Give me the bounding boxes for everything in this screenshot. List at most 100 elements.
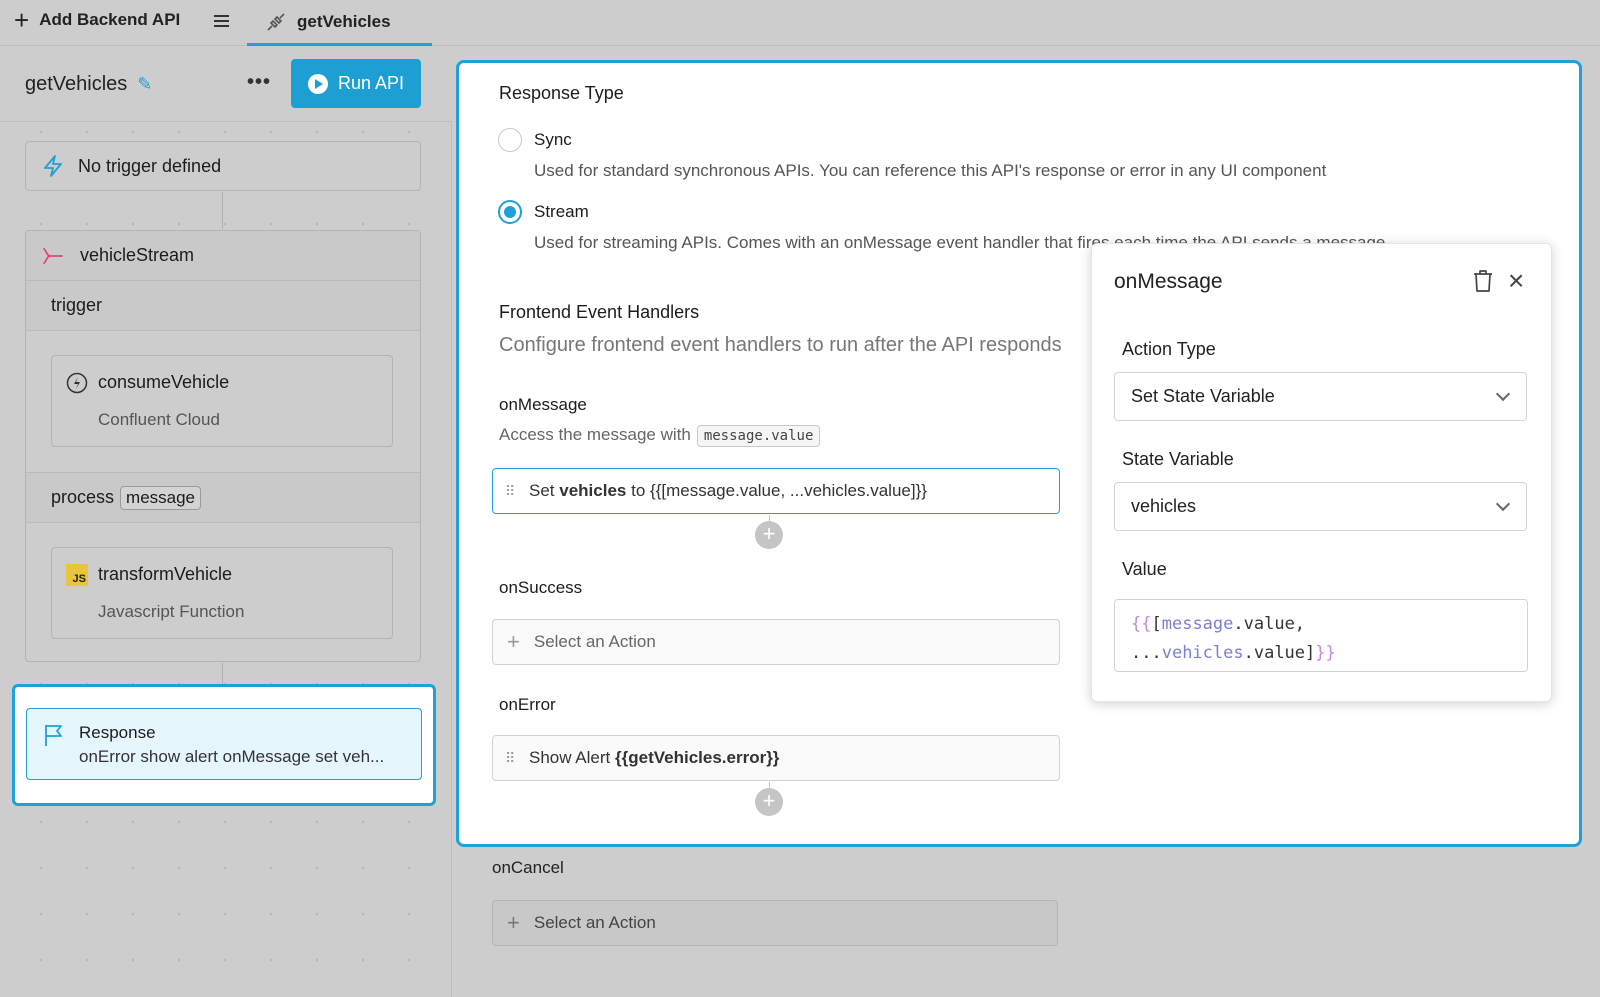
popover-title: onMessage bbox=[1114, 270, 1223, 293]
plus-icon: + bbox=[507, 629, 520, 654]
on-message-action[interactable]: ⠿ Set vehicles to {{[message.value, ...v… bbox=[492, 468, 1060, 514]
state-variable-select[interactable]: vehicles bbox=[1114, 482, 1527, 531]
sync-label[interactable]: Sync bbox=[534, 130, 572, 150]
chevron-down-icon bbox=[1495, 386, 1511, 401]
more-options-button[interactable]: ••• bbox=[247, 71, 271, 94]
action-type-value: Set State Variable bbox=[1131, 386, 1275, 406]
step-subtitle: Confluent Cloud bbox=[98, 410, 220, 429]
add-action-button[interactable]: + bbox=[755, 521, 783, 549]
edit-icon[interactable]: ✎ bbox=[137, 74, 152, 95]
on-message-description: Access the message with message.value bbox=[499, 425, 821, 447]
code-brace: }} bbox=[1315, 643, 1336, 663]
state-variable-value: vehicles bbox=[1131, 496, 1197, 516]
action-value: {{getVehicles.error}} bbox=[615, 748, 780, 767]
trigger-section: trigger bbox=[26, 281, 420, 331]
code-bracket: ] bbox=[1305, 643, 1316, 663]
action-verb: Show Alert bbox=[529, 748, 611, 767]
response-title: Response bbox=[79, 723, 156, 742]
response-highlight: Response onError show alert onMessage se… bbox=[12, 684, 436, 806]
plus-icon: + bbox=[14, 5, 30, 35]
action-connector: to bbox=[631, 481, 646, 500]
drag-handle-icon[interactable]: ⠿ bbox=[505, 751, 517, 765]
step-subtitle: Javascript Function bbox=[98, 602, 245, 621]
step-title: transformVehicle bbox=[98, 564, 233, 584]
code-line-2: ...vehicles.value]}} bbox=[1131, 639, 1511, 668]
play-icon bbox=[307, 73, 328, 94]
plus-icon: + bbox=[507, 910, 520, 935]
tab-getvehicles[interactable]: getVehicles bbox=[247, 0, 432, 46]
add-backend-api-label: Add Backend API bbox=[39, 10, 181, 29]
javascript-icon: JS bbox=[66, 564, 88, 586]
stream-block[interactable]: vehicleStream trigger consumeVehicle Con… bbox=[25, 230, 421, 662]
api-name: getVehicles bbox=[25, 73, 128, 95]
trigger-label: No trigger defined bbox=[78, 155, 222, 176]
sync-radio[interactable] bbox=[498, 128, 522, 152]
select-action-label: Select an Action bbox=[533, 632, 656, 651]
trigger-card[interactable]: No trigger defined bbox=[25, 141, 421, 191]
code-property: .value bbox=[1243, 643, 1306, 663]
value-code-editor[interactable]: {{[message.value, ...vehicles.value]}} bbox=[1114, 599, 1528, 672]
on-message-desc-text: Access the message with bbox=[499, 425, 691, 444]
on-error-label: onError bbox=[499, 695, 556, 714]
on-success-label: onSuccess bbox=[499, 578, 583, 597]
kafka-icon bbox=[66, 372, 88, 394]
process-tag: message bbox=[120, 485, 202, 510]
action-value: {{[message.value, ...vehicles.value]}} bbox=[650, 481, 927, 500]
close-icon[interactable]: × bbox=[1508, 265, 1524, 297]
sync-description: Used for standard synchronous APIs. You … bbox=[534, 161, 1327, 180]
on-cancel-label: onCancel bbox=[492, 858, 564, 877]
trash-icon[interactable] bbox=[1471, 269, 1495, 293]
step-title: consumeVehicle bbox=[98, 372, 230, 392]
code-spread: ... bbox=[1131, 643, 1162, 663]
consume-vehicle-step[interactable]: consumeVehicle Confluent Cloud bbox=[51, 355, 393, 447]
trigger-section-body: consumeVehicle Confluent Cloud bbox=[26, 331, 420, 473]
menu-icon[interactable] bbox=[214, 12, 234, 32]
action-type-select[interactable]: Set State Variable bbox=[1114, 372, 1527, 421]
stream-label[interactable]: Stream bbox=[534, 202, 589, 222]
api-link-icon bbox=[267, 12, 285, 31]
on-success-select-action[interactable]: + Select an Action bbox=[492, 619, 1060, 665]
on-error-action[interactable]: ⠿ Show Alert {{getVehicles.error}} bbox=[492, 735, 1060, 781]
action-verb: Set bbox=[529, 481, 555, 500]
handlers-label: Frontend Event Handlers bbox=[499, 302, 700, 322]
response-summary: onError show alert onMessage set veh... bbox=[79, 747, 385, 766]
code-variable: message bbox=[1161, 614, 1234, 634]
run-api-button[interactable]: Run API bbox=[291, 59, 421, 108]
code-bracket: [ bbox=[1151, 614, 1162, 634]
stream-header: vehicleStream bbox=[26, 231, 420, 281]
stream-name: vehicleStream bbox=[80, 245, 195, 265]
on-message-label: onMessage bbox=[499, 395, 587, 414]
flag-icon bbox=[45, 725, 62, 746]
stream-radio[interactable] bbox=[498, 200, 522, 224]
lightning-icon bbox=[44, 155, 62, 177]
code-line-1: {{[message.value, bbox=[1131, 610, 1511, 639]
code-brace: {{ bbox=[1131, 614, 1152, 634]
action-type-label: Action Type bbox=[1122, 339, 1216, 359]
process-section-label: process bbox=[51, 487, 115, 507]
chevron-down-icon bbox=[1495, 496, 1511, 511]
run-api-label: Run API bbox=[337, 73, 405, 93]
top-bar: + Add Backend API getVehicles bbox=[0, 0, 1600, 46]
stream-icon bbox=[43, 247, 63, 264]
code-variable: vehicles bbox=[1161, 643, 1244, 663]
api-title[interactable]: getVehicles ✎ bbox=[25, 73, 152, 96]
transform-vehicle-step[interactable]: JS transformVehicle Javascript Function bbox=[51, 547, 393, 639]
on-message-popover: onMessage × Action Type Set State Variab… bbox=[1091, 243, 1552, 702]
select-action-label: Select an Action bbox=[533, 913, 656, 932]
action-text: Set vehicles to {{[message.value, ...veh… bbox=[529, 481, 927, 501]
add-action-button[interactable]: + bbox=[755, 788, 783, 816]
api-header: getVehicles ✎ ••• Run API bbox=[0, 47, 452, 122]
tab-label: getVehicles bbox=[297, 11, 391, 31]
code-property: .value, bbox=[1233, 614, 1306, 634]
drag-handle-icon[interactable]: ⠿ bbox=[505, 484, 517, 498]
process-section: process message bbox=[26, 473, 420, 523]
api-flow-panel: getVehicles ✎ ••• Run API No trigger def… bbox=[0, 47, 452, 997]
action-text: Show Alert {{getVehicles.error}} bbox=[529, 748, 779, 768]
handlers-description: Configure frontend event handlers to run… bbox=[499, 334, 1062, 356]
on-cancel-select-action[interactable]: + Select an Action bbox=[492, 900, 1058, 946]
response-type-label: Response Type bbox=[499, 83, 624, 103]
response-card[interactable]: Response onError show alert onMessage se… bbox=[26, 708, 422, 780]
trigger-section-label: trigger bbox=[51, 295, 103, 315]
add-backend-api-button[interactable]: + Add Backend API bbox=[14, 5, 181, 35]
state-variable-label: State Variable bbox=[1122, 449, 1234, 469]
